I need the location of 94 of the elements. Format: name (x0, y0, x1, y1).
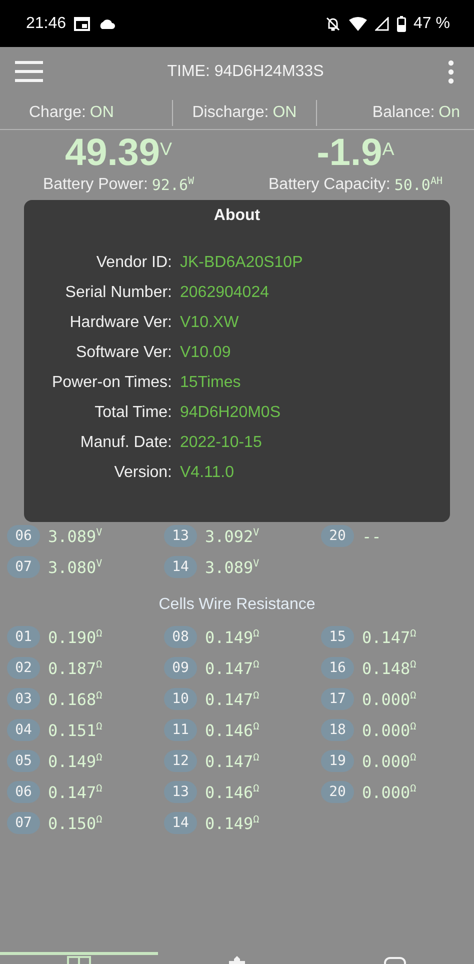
info-label: Serial Number: (64, 283, 172, 303)
info-value: 15Times (180, 373, 242, 393)
cell-resistance: 0.187$^{Ω}$ (48, 658, 102, 678)
grid-icon (67, 956, 91, 964)
cell-resistance: 0.148$^{Ω}$ (362, 658, 416, 678)
cell-resistance: 0.149$^{Ω}$ (205, 628, 260, 646)
cell-number: 19 (321, 750, 354, 772)
cell-number: 04 (7, 719, 40, 741)
reading-label: Battery Power: (42, 176, 148, 194)
bell-off-icon (324, 16, 341, 32)
switch-status: ON (90, 104, 114, 122)
main-reading: 49.39$^{V}$ (64, 131, 172, 176)
cell-voltage: -- (362, 526, 382, 546)
section-title: Cells Wire Resistance (158, 596, 316, 614)
cell-resistance: 0.150$^{Ω}$ (48, 814, 102, 832)
info-value: 2022-10-15 (180, 433, 263, 453)
cell-number: 09 (164, 657, 197, 679)
info-label: Vendor ID: (95, 253, 172, 273)
cell-resistance: 0.146$^{Ω}$ (205, 782, 260, 802)
cell-number: 11 (164, 719, 197, 741)
cell-number: 16 (321, 657, 354, 679)
cell-number: 05 (7, 750, 40, 772)
cell-number: 10 (164, 688, 197, 710)
cell-number: 03 (7, 688, 40, 710)
cell-resistance: 0.151$^{Ω}$ (48, 720, 102, 740)
cell-number: 01 (7, 626, 40, 648)
info-value: 94D6H20M0S (180, 403, 282, 423)
cell-resistance: 0.000$^{Ω}$ (362, 690, 416, 708)
reading-value: 50.0$^{AH}$ (394, 176, 442, 194)
cell-resistance: 0.000$^{Ω}$ (362, 752, 416, 770)
cell-resistance: 0.168$^{Ω}$ (48, 690, 102, 708)
wifi-icon (348, 16, 367, 30)
cell-resistance: 0.147$^{Ω}$ (48, 782, 102, 802)
cell-number: 20 (321, 525, 354, 547)
info-value: 2062904024 (180, 283, 270, 303)
cell-resistance: 0.190$^{Ω}$ (48, 628, 102, 646)
cell-voltage: 3.089$^{V}$ (205, 558, 260, 576)
cell-number: 06 (7, 525, 40, 547)
main-reading: -1.9$^{A}$ (316, 131, 394, 176)
battery-percent: 47 % (414, 14, 450, 32)
cell-voltage: 3.092$^{V}$ (205, 526, 260, 546)
cell-resistance: 0.000$^{Ω}$ (362, 782, 416, 802)
info-value: V10.XW (180, 313, 240, 333)
runtime-title: TIME: 94D6H24M33S (166, 63, 325, 81)
cell-voltage: 3.080$^{V}$ (48, 558, 102, 576)
cell-resistance: 0.147$^{Ω}$ (205, 658, 260, 678)
cell-resistance: 0.147$^{Ω}$ (362, 628, 416, 646)
cell-resistance: 0.149$^{Ω}$ (205, 814, 260, 832)
cell-number: 07 (7, 812, 40, 834)
cell-number: 06 (7, 781, 40, 803)
cell-resistance: 0.149$^{Ω}$ (48, 752, 102, 770)
reading-value: 92.6$^{W}$ (152, 176, 194, 194)
cell-resistance: 0.147$^{Ω}$ (205, 752, 260, 770)
cell-number: 18 (321, 719, 354, 741)
switch-label: Charge: (29, 104, 86, 122)
cell-voltage: 3.089$^{V}$ (48, 526, 102, 546)
cell-number: 17 (321, 688, 354, 710)
cell-number: 14 (164, 812, 197, 834)
cell-number: 08 (164, 626, 197, 648)
calendar-icon (74, 16, 90, 30)
cell-number: 15 (321, 626, 354, 648)
cell-number: 02 (7, 657, 40, 679)
signal-icon (374, 16, 389, 30)
cloud-icon (98, 18, 116, 30)
info-label: Version: (113, 463, 172, 483)
info-label: Total Time: (94, 403, 172, 423)
info-label: Hardware Ver: (68, 313, 172, 333)
switch-status: ON (272, 104, 297, 122)
reading-label: Battery Capacity: (268, 176, 390, 194)
switch-label: Discharge: (192, 104, 269, 122)
switch-status: On (438, 104, 460, 122)
switch-label: Balance: (372, 104, 435, 122)
cell-number: 12 (164, 750, 197, 772)
info-label: Power-on Times: (50, 373, 172, 393)
cell-resistance: 0.147$^{Ω}$ (205, 690, 260, 708)
battery-icon (396, 16, 406, 32)
cell-number: 13 (164, 525, 197, 547)
cell-resistance: 0.000$^{Ω}$ (362, 720, 416, 740)
cell-number: 14 (164, 556, 197, 578)
info-value: JK-BD6A20S10P (180, 253, 304, 273)
dialog-title: About (212, 207, 262, 225)
cell-number: 20 (321, 781, 354, 803)
cell-number: 07 (7, 556, 40, 578)
menu-icon[interactable] (15, 61, 43, 83)
info-value: V4.11.0 (180, 463, 235, 483)
info-label: Manuf. Date: (79, 433, 172, 453)
device-icon (383, 956, 407, 964)
cell-number: 13 (164, 781, 197, 803)
info-label: Software Ver: (74, 343, 172, 363)
clock-time: 21:46 (26, 14, 66, 32)
cell-resistance: 0.146$^{Ω}$ (205, 720, 260, 740)
more-options-icon[interactable] (448, 60, 454, 84)
info-value: V10.09 (180, 343, 232, 363)
nav-tab[interactable] (0, 952, 158, 964)
